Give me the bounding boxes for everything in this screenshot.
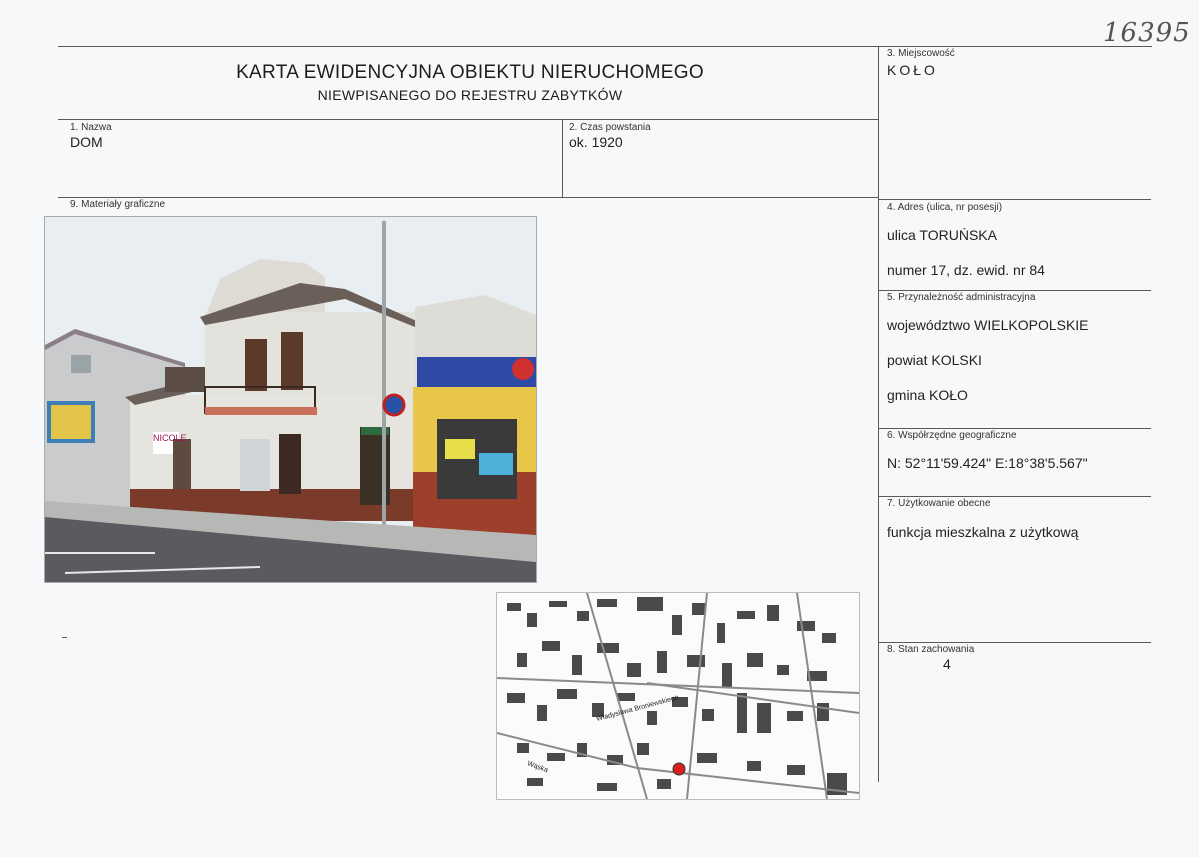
top-rule [58,46,1152,47]
rule-stan [878,642,1151,643]
location-map: Wladyslawa Broniewskiego Wąska [496,592,860,800]
czas-powstania-label: 2. Czas powstania [569,122,651,133]
miejscowosc-value: KOŁO [887,62,938,78]
gmina-value: gmina KOŁO [887,387,968,403]
adres-label: 4. Adres (ulica, nr posesji) [887,202,1003,213]
rule-adres [878,199,1151,200]
wojewodztwo-value: województwo WIELKOPOLSKIE [887,317,1089,333]
wspolrzedne-value: N: 52°11'59.424" E:18°38'5.567" [887,455,1088,471]
card-subtitle: NIEWPISANEGO DO REJESTRU ZABYTKÓW [317,87,623,103]
wspolrzedne-label: 6. Współrzędne geograficzne [887,430,1017,441]
shop-sign-text: NICOLE [153,433,187,443]
czas-powstania-value: ok. 1920 [569,134,623,150]
adres-street: ulica TORUŃSKA [887,227,997,243]
row-rule-materialy [58,197,878,198]
handwritten-archive-number: 16395 [1103,18,1191,48]
card-title: KARTA EWIDENCYJNA OBIEKTU NIERUCHOMEGO [236,62,704,83]
materialy-label: 9. Materiały graficzne [70,199,166,210]
location-marker-icon [672,762,686,776]
row-rule-nazwa [58,119,878,120]
rule-uzytkowanie [878,496,1151,497]
nazwa-label: 1. Nazwa [70,122,112,133]
dash-mark [62,637,67,638]
uzytkowanie-label: 7. Użytkowanie obecne [887,498,991,509]
nazwa-czas-divider [562,119,563,197]
uzytkowanie-value: funkcja mieszkalna z użytkową [887,524,1079,540]
powiat-value: powiat KOLSKI [887,352,982,368]
przynaleznosc-label: 5. Przynależność administracyjna [887,292,1036,303]
right-column-divider [878,46,879,782]
rule-przynaleznosc [878,290,1151,291]
stan-value: 4 [943,656,951,672]
adres-number: numer 17, dz. ewid. nr 84 [887,262,1045,278]
building-photo: NICOLE [44,216,537,583]
nazwa-value: DOM [70,134,103,150]
miejscowosc-label: 3. Miejscowość [887,48,955,59]
stan-label: 8. Stan zachowania [887,644,975,655]
rule-wspolrzedne [878,428,1151,429]
